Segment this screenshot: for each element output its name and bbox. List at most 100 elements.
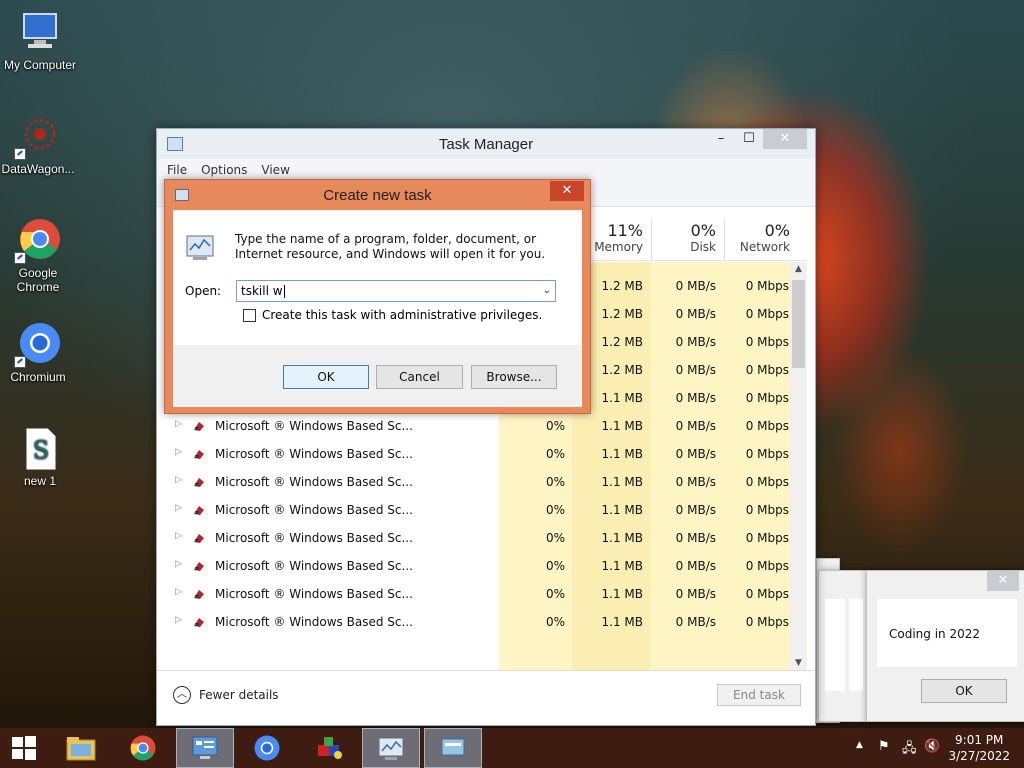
expand-arrow-icon[interactable]: ▷ xyxy=(175,447,182,457)
process-icon xyxy=(193,504,205,516)
expand-arrow-icon[interactable]: ▷ xyxy=(175,531,182,541)
ok-button[interactable]: OK xyxy=(283,365,369,389)
taskbar-clock[interactable]: 9:01 PM 3/27/2022 xyxy=(948,732,1010,764)
process-network-value: 0 Mbps xyxy=(745,503,789,517)
action-center-flag-icon[interactable]: ⚑ xyxy=(878,739,890,754)
process-network-value: 0 Mbps xyxy=(745,475,789,489)
table-row[interactable]: ▷ Microsoft ® Windows Based Sc... 0% 1.1 MB… xyxy=(165,524,791,552)
process-network-value: 0 Mbps xyxy=(745,335,789,349)
browse-button[interactable]: Browse... xyxy=(471,365,557,389)
expand-arrow-icon[interactable]: ▷ xyxy=(175,615,182,625)
show-hidden-icons-chevron-icon[interactable]: ▲ xyxy=(856,740,863,750)
scroll-down-arrow[interactable]: ▼ xyxy=(790,658,807,668)
minimize-button[interactable]: – xyxy=(707,129,735,149)
fewer-details-button[interactable]: ︿ Fewer details xyxy=(173,686,279,704)
maximize-button[interactable]: ☐ xyxy=(735,129,763,149)
cancel-button[interactable]: Cancel xyxy=(376,365,463,389)
menu-file[interactable]: File xyxy=(167,163,187,177)
checkbox-box[interactable] xyxy=(243,308,256,322)
expand-arrow-icon[interactable]: ▷ xyxy=(175,419,182,429)
process-memory-value: 1.1 MB xyxy=(601,587,643,601)
chevron-down-icon[interactable]: ⌄ xyxy=(543,281,551,301)
desktop-icon-datawagon[interactable]: DataWagon... xyxy=(0,112,78,176)
scroll-up-arrow[interactable]: ▲ xyxy=(790,264,807,274)
taskbar: ▲ ⚑ 🖧 🔇 9:01 PM 3/27/2022 xyxy=(0,728,1024,768)
volume-muted-icon[interactable]: 🔇 xyxy=(924,739,940,754)
process-cpu-value: 0% xyxy=(545,559,565,573)
network-percent: 0% xyxy=(764,221,790,240)
end-task-button[interactable]: End task xyxy=(717,684,801,706)
create-new-task-dialog[interactable]: Create new task ✕ Type the name of a pro… xyxy=(164,179,591,414)
message-ok-button[interactable]: OK xyxy=(921,679,1007,703)
taskbar-run-dialog[interactable] xyxy=(424,728,482,768)
run-program-icon xyxy=(185,232,217,262)
table-row[interactable]: ▷ Microsoft ® Windows Based Sc... 0% 1.1 MB… xyxy=(165,468,791,496)
expand-arrow-icon[interactable]: ▷ xyxy=(175,503,182,513)
process-memory-value: 1.1 MB xyxy=(601,615,643,629)
vertical-scrollbar[interactable]: ▲ ▼ xyxy=(790,262,807,670)
taskbar-chrome[interactable] xyxy=(114,728,172,768)
menu-view[interactable]: View xyxy=(261,163,289,177)
desktop-icon-google-chrome[interactable]: Google Chrome xyxy=(0,216,78,294)
dialog-close-button[interactable]: ✕ xyxy=(550,181,584,201)
svg-text:S: S xyxy=(33,436,49,464)
task-manager-titlebar[interactable]: Task Manager – ☐ ✕ xyxy=(157,129,815,159)
process-memory-value: 1.1 MB xyxy=(601,391,643,405)
start-button[interactable] xyxy=(0,728,48,768)
process-disk-value: 0 MB/s xyxy=(675,279,716,293)
shortcut-arrow-icon xyxy=(14,252,26,264)
admin-privileges-checkbox[interactable]: Create this task with administrative pri… xyxy=(243,308,542,322)
table-row[interactable]: ▷ Microsoft ® Windows Based Sc... 0% 1.1 MB… xyxy=(165,412,791,440)
desktop-icon-chromium[interactable]: Chromium xyxy=(0,320,78,384)
column-disk[interactable]: 0% Disk xyxy=(651,219,724,261)
process-name: Microsoft ® Windows Based Sc... xyxy=(215,531,413,545)
expand-arrow-icon[interactable]: ▷ xyxy=(175,559,182,569)
scroll-thumb[interactable] xyxy=(792,280,805,368)
desktop-icon-label: Google Chrome xyxy=(16,266,60,294)
process-icon xyxy=(193,588,205,600)
shortcut-arrow-icon xyxy=(14,148,26,160)
process-cpu-value: 0% xyxy=(545,615,565,629)
taskbar-file-explorer[interactable] xyxy=(52,728,110,768)
process-memory-value: 1.2 MB xyxy=(601,279,643,293)
menu-bar: File Options View xyxy=(157,159,815,181)
taskbar-app-blocks[interactable] xyxy=(300,728,358,768)
task-manager-icon xyxy=(378,737,404,760)
process-icon xyxy=(193,448,205,460)
open-input[interactable]: tskill w ⌄ xyxy=(236,280,556,302)
process-icon xyxy=(193,476,205,488)
table-row[interactable]: ▷ Microsoft ® Windows Based Sc... 0% 1.1 MB… xyxy=(165,552,791,580)
expand-arrow-icon[interactable]: ▷ xyxy=(175,587,182,597)
process-disk-value: 0 MB/s xyxy=(675,307,716,321)
close-button[interactable]: ✕ xyxy=(763,129,807,149)
table-row[interactable]: ▷ Microsoft ® Windows Based Sc... 0% 1.1 MB… xyxy=(165,440,791,468)
process-disk-value: 0 MB/s xyxy=(675,531,716,545)
table-row[interactable]: ▷ Microsoft ® Windows Based Sc... 0% 1.1 MB… xyxy=(165,608,791,636)
expand-arrow-icon[interactable]: ▷ xyxy=(175,475,182,485)
taskbar-chromium[interactable] xyxy=(238,728,296,768)
process-disk-value: 0 MB/s xyxy=(675,559,716,573)
open-input-value: tskill w xyxy=(241,284,283,298)
table-row[interactable]: ▷ Microsoft ® Windows Based Sc... 0% 1.1 MB… xyxy=(165,496,791,524)
process-name: Microsoft ® Windows Based Sc... xyxy=(215,419,413,433)
process-network-value: 0 Mbps xyxy=(745,419,789,433)
desktop-icon-new-1[interactable]: S new 1 xyxy=(0,424,80,488)
chromium-icon xyxy=(254,735,280,761)
network-icon[interactable]: 🖧 xyxy=(902,739,917,761)
desktop-icon-my-computer[interactable]: My Computer xyxy=(0,8,80,72)
column-network[interactable]: 0% Network xyxy=(724,219,798,261)
message-box[interactable]: ✕ Coding in 2022 OK xyxy=(866,570,1024,722)
taskbar-control-panel[interactable] xyxy=(176,728,234,768)
process-cpu-value: 0% xyxy=(545,447,565,461)
chevron-up-icon: ︿ xyxy=(173,686,191,704)
menu-options[interactable]: Options xyxy=(201,163,247,177)
process-memory-value: 1.2 MB xyxy=(601,363,643,377)
taskbar-task-manager[interactable] xyxy=(362,728,420,768)
process-disk-value: 0 MB/s xyxy=(675,447,716,461)
disk-percent: 0% xyxy=(690,221,716,240)
dialog-titlebar[interactable]: Create new task ✕ xyxy=(165,180,590,210)
folder-icon xyxy=(66,737,96,761)
process-cpu-value: 0% xyxy=(545,503,565,517)
table-row[interactable]: ▷ Microsoft ® Windows Based Sc... 0% 1.1 MB… xyxy=(165,580,791,608)
message-box-close-button[interactable]: ✕ xyxy=(987,571,1019,591)
